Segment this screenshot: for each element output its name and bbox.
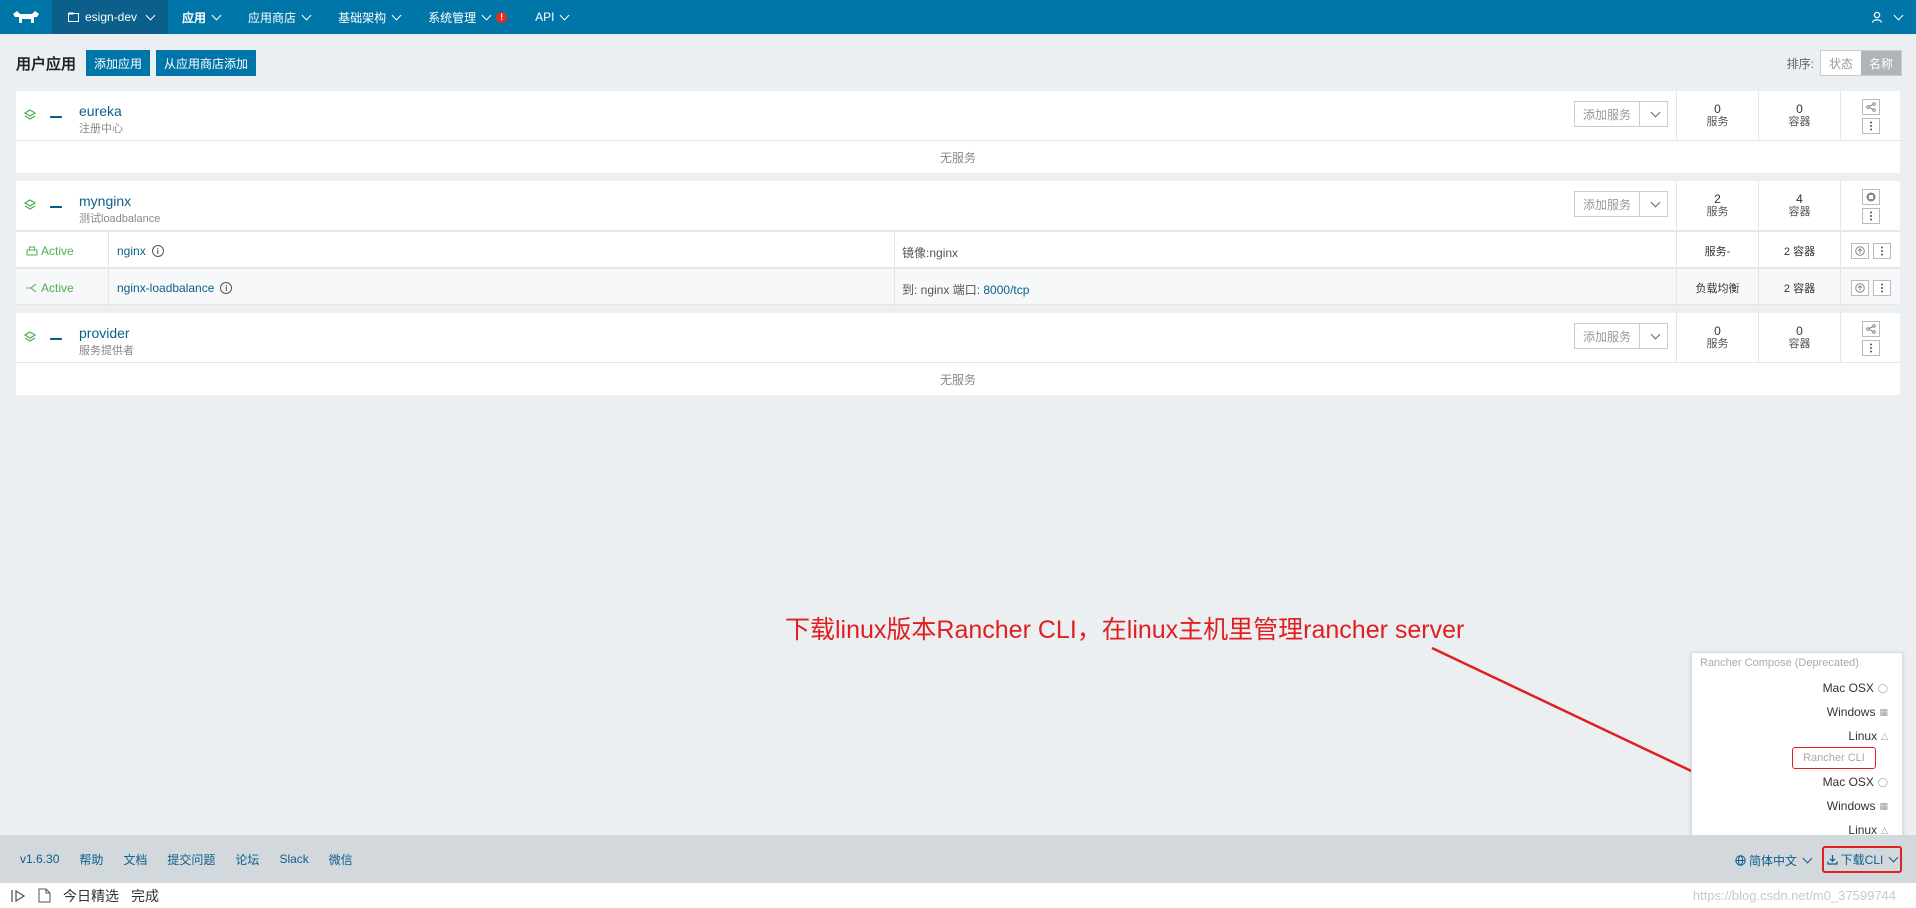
- annotation-arrow-icon: [1431, 646, 1825, 835]
- footer-slack-link[interactable]: Slack: [279, 852, 308, 866]
- compose-macosx-item[interactable]: Mac OSX ◯: [1823, 681, 1888, 695]
- language-selector[interactable]: 简体中文: [1735, 852, 1813, 869]
- footer-docs-link[interactable]: 文档: [123, 851, 147, 868]
- windows-icon: ▦: [1879, 706, 1888, 717]
- compose-windows-item[interactable]: Windows ▦: [1827, 705, 1888, 719]
- globe-icon: [1735, 855, 1746, 866]
- today-picks-tab[interactable]: 今日精选: [63, 886, 119, 906]
- windows-icon: ▦: [1879, 800, 1888, 811]
- chevron-down-icon: [1802, 853, 1813, 864]
- footer-forum-link[interactable]: 论坛: [235, 851, 259, 868]
- linux-icon: △: [1881, 824, 1888, 835]
- compose-menu-header: Rancher Compose (Deprecated): [1700, 657, 1859, 669]
- sidebar-toggle-icon[interactable]: [10, 889, 26, 903]
- footer-issue-link[interactable]: 提交问题: [167, 851, 215, 868]
- load-status: 完成: [131, 887, 159, 904]
- footer-wechat-link[interactable]: 微信: [329, 851, 353, 868]
- footer: v1.6.30 帮助 文档 提交问题 论坛 Slack 微信 简体中文 下载CL…: [0, 835, 1916, 883]
- linux-icon: △: [1881, 730, 1888, 741]
- watermark-text: https://blog.csdn.net/m0_37599744: [1692, 888, 1896, 903]
- compose-linux-item[interactable]: Linux △: [1848, 729, 1888, 743]
- download-icon: [1827, 855, 1838, 865]
- page-icon: [38, 888, 51, 903]
- download-cli-button[interactable]: 下载CLI: [1822, 846, 1902, 873]
- apple-icon: ◯: [1877, 682, 1888, 693]
- chevron-down-icon: [1888, 852, 1899, 863]
- version-link[interactable]: v1.6.30: [20, 852, 59, 866]
- footer-help-link[interactable]: 帮助: [79, 851, 103, 868]
- browser-status-bar: 今日精选 完成 https://blog.csdn.net/m0_3759974…: [0, 883, 1916, 908]
- cli-windows-item[interactable]: Windows ▦: [1827, 799, 1888, 813]
- download-cli-menu: Rancher Compose (Deprecated) Mac OSX ◯ Wi…: [1691, 652, 1903, 844]
- apple-icon: ◯: [1877, 776, 1888, 787]
- cli-macosx-item[interactable]: Mac OSX ◯: [1823, 775, 1888, 789]
- rancher-cli-menu-header: Rancher CLI: [1792, 747, 1876, 769]
